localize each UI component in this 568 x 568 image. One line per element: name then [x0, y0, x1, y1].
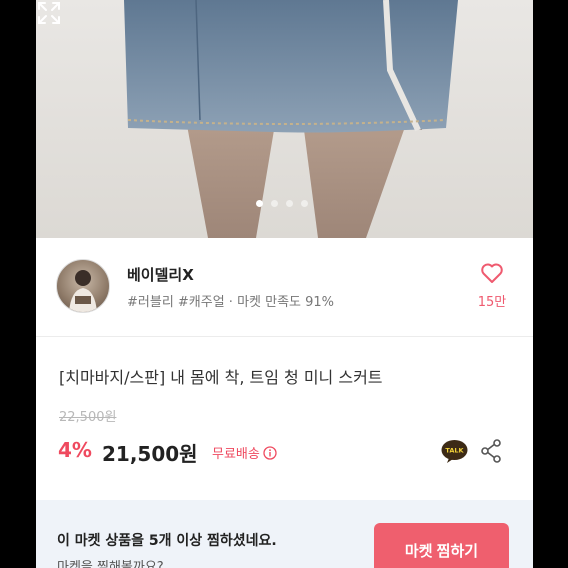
- favorite-market-button[interactable]: 마켓 찜하기: [374, 523, 509, 568]
- pagination-dot[interactable]: [271, 200, 278, 207]
- talk-label: TALK: [445, 447, 464, 455]
- seller-name[interactable]: 베이델리X: [127, 264, 194, 285]
- shipping-info[interactable]: 무료배송: [212, 443, 277, 462]
- original-price: 22,500원: [59, 410, 117, 425]
- info-icon[interactable]: [263, 445, 277, 460]
- expand-icon[interactable]: [36, 0, 62, 26]
- image-pagination: [256, 200, 308, 207]
- pagination-dot[interactable]: [256, 200, 263, 207]
- seller-info[interactable]: 베이델리X #러블리 #캐주얼 · 마켓 만족도 91% 15만: [36, 238, 533, 337]
- product-image[interactable]: [36, 0, 533, 238]
- seller-avatar[interactable]: [56, 259, 110, 313]
- seller-tags: #러블리 #캐주얼 · 마켓 만족도 91%: [127, 295, 335, 310]
- banner-message: 이 마켓 상품을 5개 이상 찜하셨네요.: [57, 533, 277, 549]
- kakaotalk-icon[interactable]: TALK: [441, 439, 468, 463]
- discount-rate: 4%: [58, 438, 92, 462]
- pagination-dot[interactable]: [301, 200, 308, 207]
- heart-outline-icon[interactable]: [480, 262, 504, 284]
- like-count: 15만: [477, 295, 507, 310]
- shipping-label: 무료배송: [212, 447, 260, 462]
- sale-price: 21,500원: [102, 442, 198, 466]
- product-detail-screen: 베이델리X #러블리 #캐주얼 · 마켓 만족도 91% 15만 [치마바지/스…: [36, 0, 533, 568]
- product-title: [치마바지/스판] 내 몸에 착, 트임 청 미니 스커트: [59, 368, 383, 387]
- share-icon[interactable]: [480, 439, 502, 463]
- banner-sub-message: 마켓을 찜해볼까요?: [57, 560, 164, 568]
- pagination-dot[interactable]: [286, 200, 293, 207]
